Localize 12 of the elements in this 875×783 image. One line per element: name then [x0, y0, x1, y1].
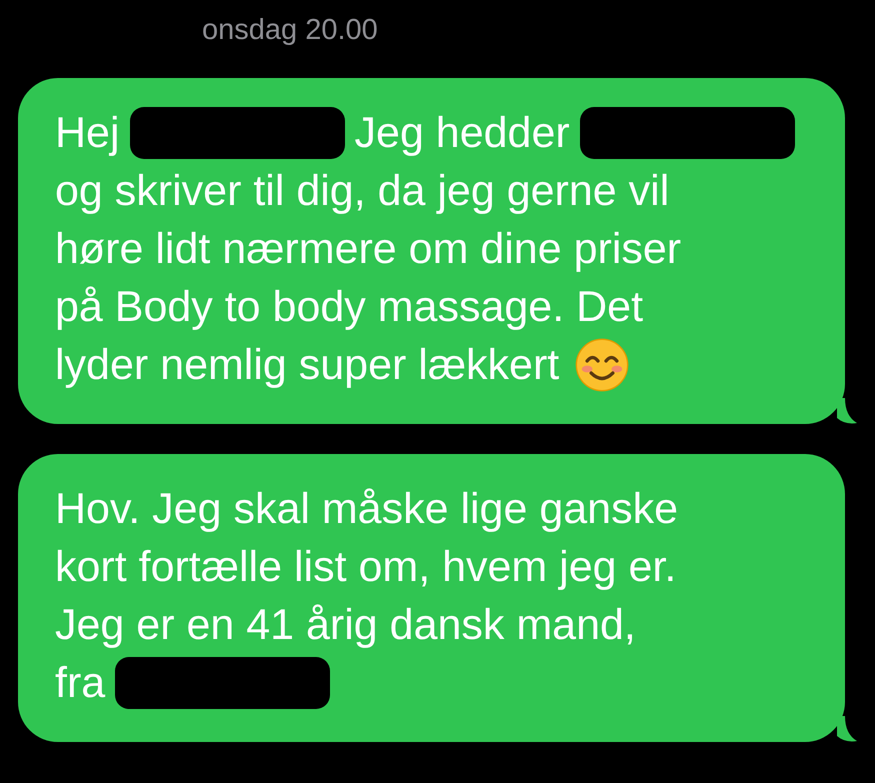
message-text: og skriver til dig, da jeg gerne vil — [55, 166, 670, 216]
message-text: Hej — [55, 108, 120, 158]
message-text: på Body to body massage. Det — [55, 282, 644, 332]
message-text: høre lidt nærmere om dine priser — [55, 224, 682, 274]
message-text: kort fortælle list om, hvem jeg er. — [55, 542, 676, 592]
message-text: Hov. Jeg skal måske lige ganske — [55, 484, 678, 534]
message-text: fra — [55, 658, 106, 708]
message-text: lyder nemlig super lækkert — [55, 340, 560, 390]
message-text: Jeg hedder — [354, 108, 570, 158]
message-timestamp: onsdag 20.00 — [202, 14, 379, 48]
smiley-icon — [575, 338, 630, 392]
message-text: Jeg er en 41 årig dansk mand, — [55, 600, 636, 650]
